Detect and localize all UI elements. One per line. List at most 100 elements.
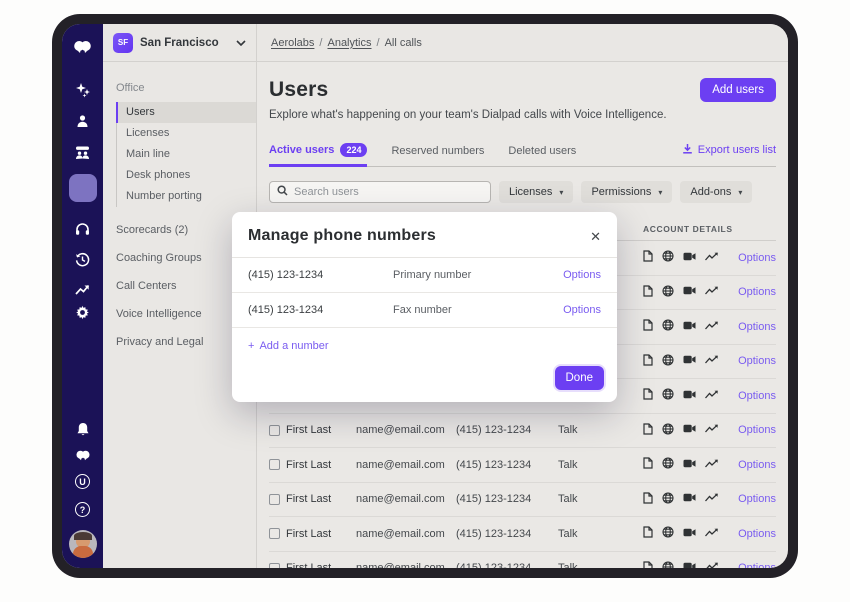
web-globe-icon	[662, 526, 674, 541]
tab-active-users[interactable]: Active users 224	[269, 137, 367, 167]
sidebar-item-main-line[interactable]: Main line	[117, 144, 256, 165]
page-title: Users	[269, 78, 328, 102]
account-details-icons	[643, 250, 735, 265]
user-email: name@email.com	[356, 424, 456, 436]
ai-sparkles-icon[interactable]	[75, 82, 91, 98]
user-department: Talk	[558, 424, 643, 436]
breadcrumb-link[interactable]: Aerolabs	[271, 37, 314, 49]
row-options-cell: Options	[735, 321, 776, 333]
row-options-link[interactable]: Options	[738, 252, 776, 264]
user-icon[interactable]	[75, 114, 90, 129]
row-options-link[interactable]: Options	[738, 562, 776, 568]
search-users-input[interactable]	[294, 186, 483, 198]
phone-number-type: Primary number	[393, 269, 563, 281]
account-details-icons	[643, 526, 735, 541]
user-name: First Last	[286, 493, 356, 505]
license-document-icon	[643, 319, 653, 334]
row-checkbox[interactable]	[269, 459, 280, 470]
dialpad-small-logo-icon[interactable]	[75, 450, 91, 461]
help-icon[interactable]: ?	[75, 502, 90, 517]
privacy-legal-label: Privacy and Legal	[116, 336, 203, 348]
sidebar-item-licenses[interactable]: Licenses	[117, 123, 256, 144]
history-icon[interactable]	[75, 252, 90, 267]
account-details-icons	[643, 423, 735, 438]
coaching-groups-label: Coaching Groups	[116, 252, 202, 264]
meetings-status-icon[interactable]: U	[75, 474, 90, 489]
row-options-cell: Options	[735, 390, 776, 402]
tabs-bar: Active users 224 Reserved numbers Delete…	[269, 137, 776, 167]
row-options-link[interactable]: Options	[738, 390, 776, 402]
settings-gear-icon[interactable]	[75, 305, 90, 320]
row-options-link[interactable]: Options	[738, 424, 776, 436]
trend-line-icon	[705, 424, 718, 436]
download-icon	[682, 143, 693, 157]
account-details-icons	[643, 388, 735, 403]
licenses-filter-label: Licenses	[509, 186, 552, 198]
web-globe-icon	[662, 354, 674, 369]
video-camera-icon	[683, 390, 696, 402]
headset-icon[interactable]	[75, 222, 90, 237]
export-users-link[interactable]: Export users list	[682, 143, 776, 166]
tab-deleted-users[interactable]: Deleted users	[508, 139, 576, 166]
close-icon[interactable]: ✕	[590, 230, 601, 243]
table-row: First Last name@email.com (415) 123-1234…	[269, 517, 776, 552]
breadcrumb-current: All calls	[385, 37, 422, 49]
user-email: name@email.com	[356, 562, 456, 568]
row-options-link[interactable]: Options	[738, 493, 776, 505]
team-icon[interactable]	[74, 145, 91, 160]
addons-filter-dropdown[interactable]: Add-ons ▾	[680, 181, 752, 203]
row-options-cell: Options	[735, 286, 776, 298]
add-number-label: Add a number	[259, 340, 328, 352]
phone-options-link[interactable]: Options	[563, 304, 601, 316]
video-camera-icon	[683, 286, 696, 298]
account-details-icons	[643, 354, 735, 369]
row-options-link[interactable]: Options	[738, 528, 776, 540]
page-header: Users Add users	[269, 78, 776, 102]
search-users-box[interactable]	[269, 181, 491, 203]
tab-active-users-label: Active users	[269, 144, 334, 156]
web-globe-icon	[662, 561, 674, 568]
phone-number-value: (415) 123-1234	[248, 304, 393, 316]
filters-bar: Licenses ▾ Permissions ▾ Add-ons ▾	[269, 181, 776, 203]
permissions-filter-label: Permissions	[591, 186, 651, 198]
tab-reserved-numbers[interactable]: Reserved numbers	[391, 139, 484, 166]
user-email: name@email.com	[356, 493, 456, 505]
sidebar-item-desk-phones[interactable]: Desk phones	[117, 165, 256, 186]
add-number-link[interactable]: + Add a number	[232, 328, 617, 356]
licenses-filter-dropdown[interactable]: Licenses ▾	[499, 181, 573, 203]
row-checkbox-cell	[269, 494, 286, 505]
row-options-link[interactable]: Options	[738, 286, 776, 298]
trend-line-icon	[705, 562, 718, 568]
phone-number-type: Fax number	[393, 304, 563, 316]
row-checkbox[interactable]	[269, 494, 280, 505]
sidebar-item-number-porting[interactable]: Number porting	[117, 186, 256, 207]
done-button[interactable]: Done	[555, 366, 605, 390]
license-document-icon	[643, 423, 653, 438]
row-checkbox[interactable]	[269, 563, 280, 568]
row-checkbox[interactable]	[269, 528, 280, 539]
license-document-icon	[643, 492, 653, 507]
user-phone: (415) 123-1234	[456, 459, 558, 471]
row-checkbox[interactable]	[269, 425, 280, 436]
table-row: First Last name@email.com (415) 123-1234…	[269, 552, 776, 569]
avatar-hair	[74, 532, 92, 540]
add-users-button[interactable]: Add users	[700, 78, 776, 102]
row-options-link[interactable]: Options	[738, 355, 776, 367]
caret-down-icon: ▾	[559, 188, 563, 197]
user-department: Talk	[558, 459, 643, 471]
sidebar-item-users[interactable]: Users	[117, 102, 256, 123]
breadcrumb: Aerolabs / Analytics / All calls	[257, 24, 788, 61]
trends-icon[interactable]	[75, 284, 90, 296]
row-options-link[interactable]: Options	[738, 321, 776, 333]
row-options-cell: Options	[735, 528, 776, 540]
workspace-switcher[interactable]: SF San Francisco	[103, 24, 257, 61]
notifications-bell-icon[interactable]	[76, 422, 90, 437]
active-app-tile[interactable]	[69, 174, 97, 202]
user-avatar[interactable]	[69, 530, 97, 558]
top-bar: SF San Francisco Aerolabs / Analytics / …	[103, 24, 788, 62]
permissions-filter-dropdown[interactable]: Permissions ▾	[581, 181, 672, 203]
row-options-link[interactable]: Options	[738, 459, 776, 471]
breadcrumb-link[interactable]: Analytics	[327, 37, 371, 49]
phone-options-link[interactable]: Options	[563, 269, 601, 281]
phone-number-value: (415) 123-1234	[248, 269, 393, 281]
